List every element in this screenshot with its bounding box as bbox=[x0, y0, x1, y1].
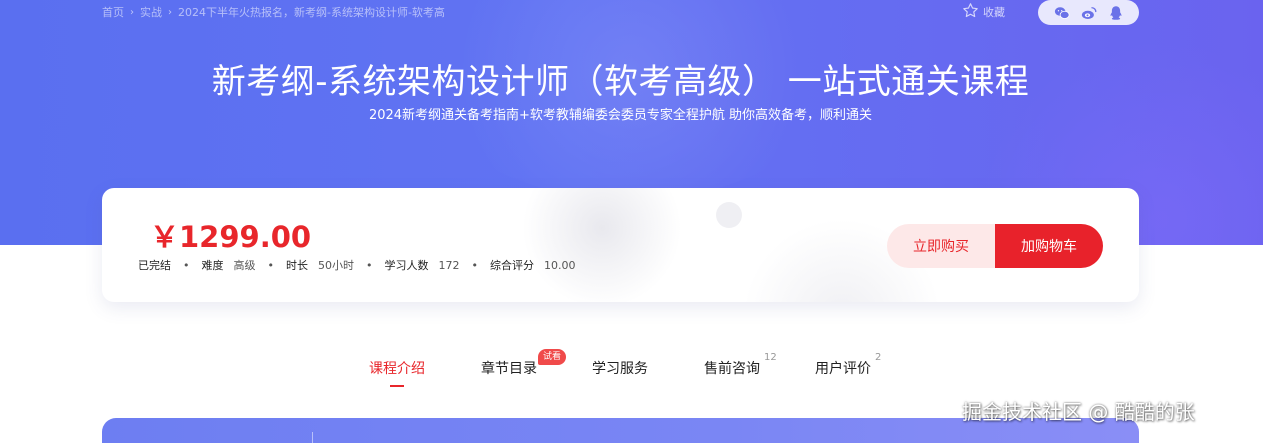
course-status: 已完结 bbox=[138, 259, 171, 272]
buy-now-button[interactable]: 立即购买 bbox=[887, 224, 995, 268]
tab-user-reviews[interactable]: 用户评价 2 bbox=[815, 352, 881, 378]
weibo-icon[interactable] bbox=[1079, 3, 1098, 22]
star-icon bbox=[962, 2, 979, 22]
tab-course-intro[interactable]: 课程介绍 bbox=[369, 358, 425, 387]
share-bar bbox=[1038, 0, 1139, 25]
tab-label: 学习服务 bbox=[592, 361, 648, 377]
wechat-icon[interactable] bbox=[1052, 3, 1071, 22]
separator-dot: • bbox=[183, 258, 190, 272]
rating-value: 10.00 bbox=[544, 258, 576, 272]
course-subtitle: 2024新考纲通关备考指南+软考教辅编委会委员专家全程护航 助你高效备考，顺利通… bbox=[368, 108, 873, 123]
difficulty-label: 难度 bbox=[201, 259, 224, 272]
learners-label: 学习人数 bbox=[384, 259, 429, 272]
chevron-right-icon: › bbox=[130, 6, 134, 18]
active-tab-indicator bbox=[390, 385, 404, 387]
duration-label: 时长 bbox=[286, 259, 308, 272]
tab-presales-consult[interactable]: 售前咨询 12 bbox=[704, 352, 777, 378]
add-to-cart-button[interactable]: 加购物车 bbox=[995, 224, 1103, 268]
course-tabs: 课程介绍 章节目录 学习服务 售前咨询 12 用户评价 2 bbox=[0, 352, 1263, 392]
course-meta: 已完结 • 难度 高级 • 时长 50小时 • 学习人数 172 • 综合评分 … bbox=[138, 257, 576, 273]
course-price: ￥1299.00 bbox=[150, 220, 312, 254]
breadcrumb-current: 2024下半年火热报名，新考纲-系统架构设计师-软考高 bbox=[178, 6, 445, 19]
card-decoration bbox=[522, 188, 682, 302]
favorite-button[interactable]: 收藏 bbox=[962, 3, 1005, 21]
rating-label: 综合评分 bbox=[490, 259, 534, 272]
tab-chapters[interactable]: 章节目录 bbox=[481, 358, 537, 378]
separator-dot: • bbox=[267, 258, 275, 272]
difficulty-value: 高级 bbox=[233, 259, 256, 272]
favorite-label: 收藏 bbox=[983, 6, 1005, 19]
tab-label: 用户评价 bbox=[815, 361, 871, 377]
watermark: 掘金技术社区 @ 酷酷的张 bbox=[962, 400, 1195, 424]
qq-icon[interactable] bbox=[1106, 3, 1125, 22]
trial-badge: 试看 bbox=[538, 349, 567, 365]
tab-label: 课程介绍 bbox=[369, 361, 425, 377]
tab-count: 2 bbox=[875, 352, 882, 363]
tab-label: 售前咨询 bbox=[704, 361, 760, 377]
breadcrumb: 首页 › 实战 › 2024下半年火热报名，新考纲-系统架构设计师-软考高 bbox=[102, 4, 445, 20]
tab-learning-services[interactable]: 学习服务 bbox=[592, 358, 648, 378]
course-title: 新考纲-系统架构设计师（软考高级） 一站式通关课程 bbox=[211, 62, 1030, 102]
tab-label: 章节目录 bbox=[481, 361, 537, 377]
price-card: ￥1299.00 已完结 • 难度 高级 • 时长 50小时 • 学习人数 17… bbox=[102, 188, 1139, 302]
chevron-right-icon: › bbox=[168, 6, 172, 18]
tab-count: 12 bbox=[764, 352, 777, 363]
course-page: 首页 › 实战 › 2024下半年火热报名，新考纲-系统架构设计师-软考高 收藏… bbox=[0, 0, 1263, 443]
separator-dot: • bbox=[471, 258, 479, 272]
breadcrumb-home[interactable]: 首页 bbox=[102, 4, 124, 20]
separator-dot: • bbox=[366, 258, 373, 272]
card-decoration bbox=[716, 202, 742, 228]
duration-value: 50小时 bbox=[318, 259, 354, 272]
learners-value: 172 bbox=[438, 258, 460, 272]
divider bbox=[312, 432, 313, 443]
breadcrumb-category[interactable]: 实战 bbox=[140, 4, 162, 20]
